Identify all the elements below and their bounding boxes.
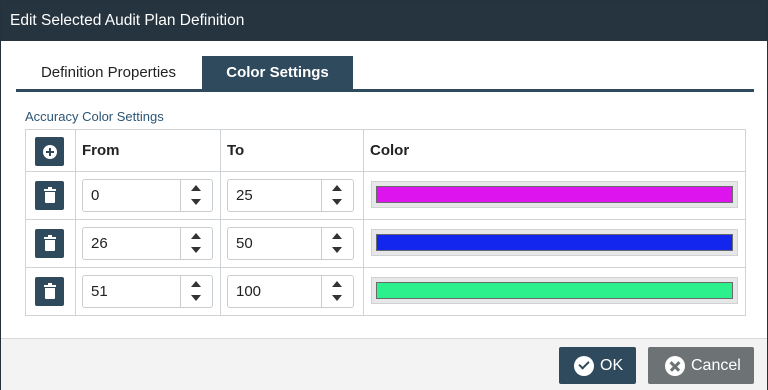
from-spinner [180,276,212,307]
increment-arrow-icon[interactable] [322,276,353,291]
from-cell [76,172,221,219]
grid-header: From To Color [26,130,745,172]
delete-row-button[interactable] [35,277,64,306]
from-cell [76,220,221,267]
add-row-button[interactable] [35,137,64,166]
header-color-cell: Color [364,130,745,171]
to-cell [221,268,364,315]
tab-color-settings[interactable]: Color Settings [202,56,353,89]
to-input[interactable] [228,228,321,259]
increment-arrow-icon[interactable] [181,228,212,243]
to-number-input [227,227,354,260]
column-header-from: From [82,142,120,159]
decrement-arrow-icon[interactable] [181,292,212,307]
from-input[interactable] [83,276,180,307]
color-cell [364,268,745,315]
row-actions-cell [26,172,76,219]
decrement-arrow-icon[interactable] [181,196,212,211]
from-cell [76,268,221,315]
color-swatch [376,234,733,251]
color-cell [364,220,745,267]
x-circle-icon [665,355,685,376]
from-number-input [82,275,213,308]
to-number-input [227,179,354,212]
to-number-input [227,275,354,308]
row-actions-cell [26,268,76,315]
from-input[interactable] [83,228,180,259]
check-circle-icon [574,355,594,376]
color-swatch [376,186,733,203]
from-number-input [82,179,213,212]
ok-button[interactable]: OK [559,347,636,384]
color-cell [364,172,745,219]
dialog-footer: OK Cancel [1,338,767,390]
ok-label: OK [600,356,624,374]
to-spinner [321,228,353,259]
trash-icon [43,282,56,299]
table-row [26,220,745,268]
trash-icon [43,234,56,251]
color-picker[interactable] [371,277,738,304]
from-spinner [180,228,212,259]
tab-definition-properties[interactable]: Definition Properties [16,56,201,89]
header-from-cell: From [76,130,221,171]
to-spinner [321,276,353,307]
table-row [26,268,745,315]
decrement-arrow-icon[interactable] [322,196,353,211]
increment-arrow-icon[interactable] [181,180,212,195]
section-title: Accuracy Color Settings [25,109,164,124]
decrement-arrow-icon[interactable] [322,244,353,259]
to-input[interactable] [228,276,321,307]
column-header-color: Color [370,142,410,159]
dialog-title: Edit Selected Audit Plan Definition [1,1,767,41]
increment-arrow-icon[interactable] [181,276,212,291]
color-picker[interactable] [371,181,738,208]
decrement-arrow-icon[interactable] [322,292,353,307]
cancel-label: Cancel [691,356,741,374]
increment-arrow-icon[interactable] [322,228,353,243]
color-picker[interactable] [371,229,738,256]
table-row [26,172,745,220]
delete-row-button[interactable] [35,229,64,258]
delete-row-button[interactable] [35,181,64,210]
cancel-button[interactable]: Cancel [648,347,754,384]
from-number-input [82,227,213,260]
header-to-cell: To [221,130,364,171]
column-header-to: To [227,142,245,159]
from-spinner [180,180,212,211]
increment-arrow-icon[interactable] [322,180,353,195]
row-actions-cell [26,220,76,267]
color-swatch [376,282,733,299]
tab-bar: Definition Properties Color Settings [16,56,754,92]
decrement-arrow-icon[interactable] [181,244,212,259]
plus-circle-icon [42,144,57,159]
edit-audit-plan-dialog: Edit Selected Audit Plan Definition Defi… [0,0,768,390]
to-spinner [321,180,353,211]
to-cell [221,220,364,267]
trash-icon [43,186,56,203]
to-cell [221,172,364,219]
to-input[interactable] [228,180,321,211]
header-actions-cell [26,130,76,171]
color-settings-grid: From To Color [25,129,746,316]
from-input[interactable] [83,180,180,211]
